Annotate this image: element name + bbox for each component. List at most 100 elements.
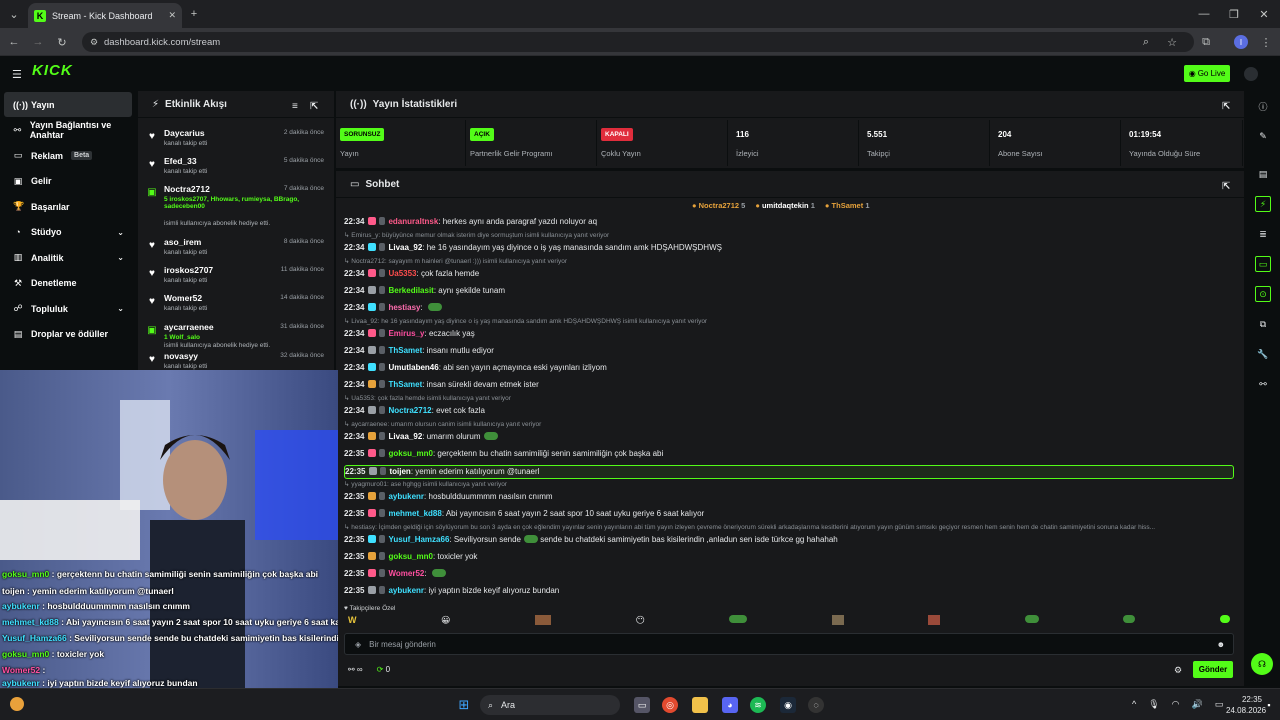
chat-username[interactable]: aybukenr (388, 492, 424, 501)
profile-avatar[interactable]: I (1234, 35, 1248, 49)
activity-user[interactable]: Daycarius (164, 128, 205, 138)
emote-icon[interactable] (831, 615, 844, 625)
emote-icon[interactable] (1024, 615, 1039, 623)
emote-icon[interactable] (1219, 615, 1230, 623)
stack-icon[interactable]: ⧉ (1255, 316, 1271, 332)
weather-icon[interactable] (10, 697, 24, 711)
send-button[interactable]: Gönder (1193, 661, 1233, 678)
chat-username[interactable]: Berkedilasit (388, 286, 433, 295)
task-view-icon[interactable]: ▭ (634, 697, 650, 713)
chat-username[interactable]: Womer52 (388, 569, 424, 578)
close-window-icon[interactable]: ✕ (1256, 6, 1272, 22)
sidebar-item-5[interactable]: ◔ Stüdyo ⌄ (4, 220, 132, 245)
bookmark-star-icon[interactable]: ☆ (1164, 34, 1180, 50)
emote-w[interactable]: W (348, 615, 357, 629)
emote-icon[interactable] (1123, 615, 1136, 623)
chat-username[interactable]: Yusuf_Hamza66 (388, 535, 449, 544)
edit-icon[interactable]: ✎ (1255, 128, 1271, 144)
kick-logo[interactable]: KICK (32, 62, 73, 79)
chat-username[interactable]: Ua5353 (388, 269, 416, 278)
new-tab-icon[interactable]: + (186, 6, 202, 22)
steam-icon[interactable]: ◉ (780, 697, 796, 713)
chevron-down-icon[interactable]: ⌄ (117, 228, 124, 237)
browser-tab[interactable]: K Stream - Kick Dashboard ✕ (28, 3, 182, 28)
chat-username[interactable]: Umutlaben46 (388, 363, 438, 372)
reload-icon[interactable]: ↻ (54, 34, 70, 50)
forward-icon[interactable]: → (30, 34, 46, 50)
chevron-down-icon[interactable]: ⌄ (117, 304, 124, 313)
chat-username[interactable]: Livaa_92 (388, 243, 422, 252)
volume-icon[interactable]: 🔊 (1192, 699, 1203, 710)
chat-username[interactable]: hestiasy (388, 303, 420, 312)
chat-username[interactable]: Livaa_92 (388, 432, 422, 441)
leader-entry[interactable]: ● ThSamet 1 (825, 201, 870, 210)
spotify-icon[interactable]: ≋ (750, 697, 766, 713)
emote-icon[interactable]: 😀 (441, 615, 450, 629)
chat-username[interactable]: mehmet_kd88 (388, 509, 441, 518)
chat-settings-icon[interactable]: ⚙ (1174, 665, 1182, 676)
obs-icon[interactable]: ◌ (808, 697, 824, 713)
emoji-icon[interactable]: ☻ (1217, 640, 1225, 649)
sidebar-item-3[interactable]: ▣ Gelir (4, 169, 132, 194)
file-explorer-icon[interactable] (692, 697, 708, 713)
wrench-icon[interactable]: 🔧 (1255, 346, 1271, 362)
activity-user[interactable]: Womer52 (164, 293, 202, 303)
link-icon[interactable]: ⚯ ∞ (348, 665, 363, 674)
popout-icon[interactable]: ⇱ (310, 101, 318, 112)
battery-icon[interactable]: ▭ (1215, 699, 1224, 710)
address-bar[interactable]: ⚙ dashboard.kick.com/stream ⌕ ☆ (82, 32, 1194, 52)
emote-icon[interactable] (729, 615, 748, 623)
chat-username[interactable]: aybukenr (388, 586, 424, 595)
emote-bar[interactable]: W 😀 😶 (344, 615, 1234, 629)
stats-popout-icon[interactable]: ⇱ (1222, 101, 1230, 112)
activity-user[interactable]: aycarraenee (164, 322, 214, 332)
list-icon[interactable]: ≣ (1255, 226, 1271, 242)
back-icon[interactable]: ← (6, 34, 22, 50)
extensions-icon[interactable]: ⧉ (1198, 34, 1214, 50)
activity-user[interactable]: Noctra2712 (164, 184, 210, 194)
minimize-icon[interactable]: — (1196, 6, 1212, 22)
activity-user[interactable]: aso_irem (164, 237, 201, 247)
hamburger-menu-icon[interactable]: ☰ (12, 68, 22, 81)
activity-user[interactable]: novasyy (164, 351, 198, 361)
close-tab-icon[interactable]: ✕ (168, 10, 176, 21)
sidebar-item-4[interactable]: 🏆 Başarılar (4, 194, 132, 219)
chat-popout-icon[interactable]: ⇱ (1222, 181, 1230, 192)
help-chat-icon[interactable]: ☊ (1251, 653, 1273, 675)
sidebar-item-2[interactable]: ▭ Reklam Beta (4, 143, 132, 168)
sidebar-item-9[interactable]: ▤ Droplar ve ödüller (4, 322, 132, 347)
user-avatar[interactable] (1244, 67, 1258, 81)
chat-username[interactable]: ThSamet (388, 380, 422, 389)
sidebar-item-1[interactable]: ⚯ Yayın Bağlantısı ve Anahtar (4, 118, 132, 143)
chat-username[interactable]: toijen (389, 467, 410, 476)
tab-search-icon[interactable]: ⌄ (6, 6, 22, 22)
filter-icon[interactable]: ≡ (292, 101, 298, 112)
emote-icon[interactable] (534, 615, 551, 625)
activity-user[interactable]: Efed_33 (164, 156, 197, 166)
emote-icon[interactable] (928, 615, 941, 625)
sidebar-item-6[interactable]: ▥ Analitik ⌄ (4, 245, 132, 270)
discord-icon[interactable]: ◕ (722, 697, 738, 713)
bolt-panel-icon[interactable]: ⚡ (1255, 196, 1271, 212)
taskbar-search[interactable]: ⌕ Ara (480, 695, 620, 715)
chevron-down-icon[interactable]: ⌄ (117, 253, 124, 262)
leader-entry[interactable]: ● umitdaqtekin 1 (755, 201, 815, 210)
wifi-icon[interactable]: ◠ (1172, 699, 1180, 710)
chat-username[interactable]: edanuraltnsk (388, 217, 438, 226)
notification-icon[interactable]: ▪ (1264, 697, 1274, 713)
chat-input[interactable]: ◈ Bir mesaj gönderin ☻ (344, 633, 1234, 655)
points-display[interactable]: ⟳ 0 (377, 665, 390, 674)
chevron-up-icon[interactable]: ^ (1132, 699, 1136, 710)
zoom-icon[interactable]: ⌕ (1138, 34, 1154, 50)
microphone-icon[interactable]: 🎙 (1148, 699, 1159, 710)
chat-panel-icon[interactable]: ▭ (1255, 256, 1271, 272)
leader-entry[interactable]: ● Noctra2712 5 (692, 201, 745, 210)
sidebar-item-8[interactable]: ☍ Topluluk ⌄ (4, 296, 132, 321)
activity-user[interactable]: iroskos2707 (164, 265, 213, 275)
chat-username[interactable]: goksu_mn0 (388, 552, 432, 561)
chat-username[interactable]: Noctra2712 (388, 406, 431, 415)
layout-icon[interactable]: ▤ (1255, 166, 1271, 182)
restore-icon[interactable]: ❐ (1226, 6, 1242, 22)
browser-menu-icon[interactable]: ⋮ (1258, 34, 1274, 50)
broadcast-panel-icon[interactable]: ⊙ (1255, 286, 1271, 302)
